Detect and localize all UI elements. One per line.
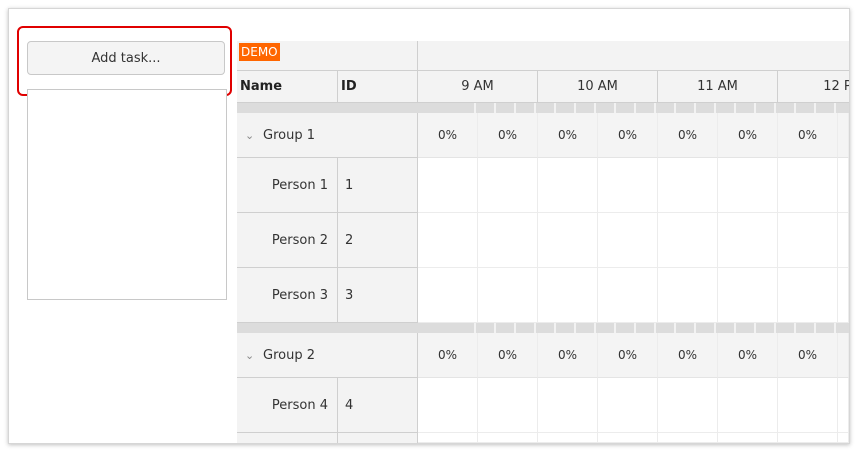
timeheader-day-row [418,41,849,71]
resource-timeline-row[interactable] [418,378,849,433]
load-cell: 0% [418,333,478,378]
load-cell: 0% [478,113,538,158]
load-cell: 0% [778,333,838,378]
resource-timeline-row[interactable] [418,158,849,213]
load-cell: 0% [478,333,538,378]
hour-header: 12 P [778,71,849,103]
load-cell: 0% [718,333,778,378]
add-task-button[interactable]: Add task... [27,41,225,75]
column-header-name[interactable]: Name [237,71,338,103]
load-cell: 0% [658,113,718,158]
resource-name: Person 3 [271,287,328,303]
group-row[interactable]: ⌄ Group 1 [237,113,418,158]
group-name: Group 1 [263,127,315,143]
load-cell: 0% [418,113,478,158]
load-cell: 0% [538,113,598,158]
group-row[interactable]: ⌄ Group 2 [237,333,418,378]
demo-badge: DEMO [239,43,280,61]
load-cell: 0% [718,113,778,158]
resource-id: 1 [338,158,418,212]
resource-id: 2 [338,213,418,267]
load-cell: 0% [598,113,658,158]
resource-name: Person 4 [271,397,328,413]
group-load-row: 0% 0% 0% 0% 0% 0% 0% [418,113,849,158]
group-separator [237,323,849,333]
resource-id: 4 [338,378,418,432]
resource-timeline-row[interactable] [418,433,849,443]
group-load-row: 0% 0% 0% 0% 0% 0% 0% [418,333,849,378]
group-separator [237,103,849,113]
chevron-down-icon[interactable]: ⌄ [245,129,259,142]
chevron-down-icon[interactable]: ⌄ [245,349,259,362]
group-name: Group 2 [263,347,315,363]
resource-row[interactable]: Person 1 1 [237,158,418,213]
load-cell: 0% [598,333,658,378]
resource-timeline-row[interactable] [418,268,849,323]
resource-row[interactable]: Person 2 2 [237,213,418,268]
hour-header: 10 AM [538,71,658,103]
resource-name: Person 2 [271,232,328,248]
resource-name: Person 1 [271,177,328,193]
resource-row[interactable]: Person 3 3 [237,268,418,323]
task-list[interactable] [27,89,227,300]
load-cell: 0% [778,113,838,158]
hour-header: 11 AM [658,71,778,103]
resource-row[interactable] [237,433,418,443]
resource-id: 3 [338,268,418,322]
scheduler-corner: DEMO [237,41,418,71]
resource-row[interactable]: Person 4 4 [237,378,418,433]
load-cell: 0% [658,333,718,378]
scheduler: DEMO Name ID 9 AM 10 AM 11 AM 12 P ⌄ Gro… [237,41,849,443]
load-cell: 0% [538,333,598,378]
column-header-id[interactable]: ID [338,71,418,103]
app-window: Add task... DEMO Name ID 9 AM 10 AM 11 A… [8,8,850,444]
hour-header: 9 AM [418,71,538,103]
resource-timeline-row[interactable] [418,213,849,268]
